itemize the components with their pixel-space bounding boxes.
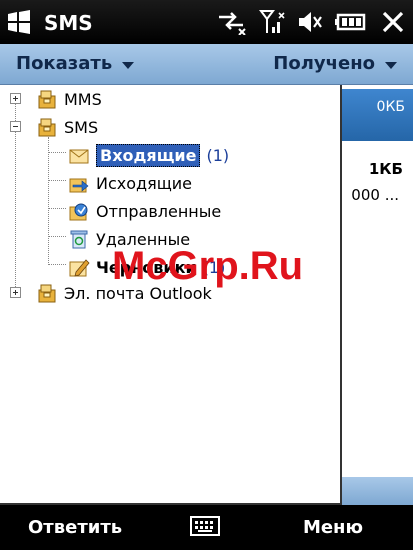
tree-item-sent[interactable]: Отправленные: [68, 198, 221, 224]
tree-guide: [48, 264, 66, 265]
tree-item-label: MMS: [64, 89, 102, 109]
chevron-down-icon: [385, 61, 397, 69]
sort-dropdown[interactable]: Получено: [273, 53, 397, 74]
tree-item-label: Входящие: [96, 143, 201, 167]
tree-item-label: Исходящие: [96, 173, 193, 193]
soft-key-bar: Ответить Меню: [0, 505, 413, 550]
sort-dropdown-label: Получено: [273, 53, 375, 74]
collapse-sms-button[interactable]: [10, 121, 21, 132]
filter-bar: Показать Получено: [0, 44, 413, 85]
tree-guide: [48, 137, 49, 265]
watermark-text: McGrp.Ru: [112, 244, 304, 288]
message-list-item-selected[interactable]: 0КБ: [340, 89, 413, 141]
connectivity-icon[interactable]: [215, 9, 247, 35]
reply-softkey[interactable]: Ответить: [28, 517, 122, 538]
message-size: 0КБ: [376, 99, 405, 115]
show-dropdown[interactable]: Показать: [16, 53, 135, 74]
expand-outlook-button[interactable]: [10, 287, 21, 298]
close-icon[interactable]: [381, 9, 405, 35]
tree-item-inbox[interactable]: Входящие (1): [68, 142, 229, 168]
windows-start-icon[interactable]: [6, 9, 32, 35]
message-store-icon: [38, 118, 56, 137]
unread-count: (1): [206, 145, 230, 165]
message-size: 1КБ: [368, 160, 403, 178]
tree-guide: [48, 236, 66, 237]
chevron-down-icon: [122, 61, 135, 69]
tree-guide: [48, 208, 66, 209]
list-bottom-bar: [340, 477, 413, 505]
sent-items-icon: [69, 203, 88, 221]
speaker-mute-icon[interactable]: [297, 9, 323, 35]
outbox-icon: [69, 178, 89, 193]
tree-guide: [48, 152, 66, 153]
signal-strength-icon[interactable]: [259, 9, 285, 35]
tree-item-sms[interactable]: SMS: [36, 114, 98, 140]
message-preview: 000 ...: [351, 186, 399, 204]
message-store-icon: [38, 284, 56, 303]
message-store-icon: [38, 90, 56, 109]
keyboard-icon[interactable]: [190, 515, 220, 537]
status-icons: [215, 8, 405, 36]
menu-softkey[interactable]: Меню: [303, 517, 363, 538]
recycle-bin-icon: [70, 230, 88, 249]
tree-item-label: SMS: [64, 117, 99, 137]
tree-guide: [48, 180, 66, 181]
inbox-icon: [69, 149, 89, 164]
tree-item-label: Отправленные: [96, 201, 222, 221]
expand-mms-button[interactable]: [10, 93, 21, 104]
battery-icon[interactable]: [335, 9, 369, 35]
tree-item-outbox[interactable]: Исходящие: [68, 170, 192, 196]
drafts-icon: [69, 259, 90, 277]
status-bar: SMS: [0, 0, 413, 44]
tree-item-mms[interactable]: MMS: [36, 86, 102, 112]
show-dropdown-label: Показать: [16, 53, 113, 74]
app-title: SMS: [44, 11, 93, 35]
folder-tree-popup: MMS SMS Входящие (1) Исходящие Отправлен…: [0, 85, 342, 505]
